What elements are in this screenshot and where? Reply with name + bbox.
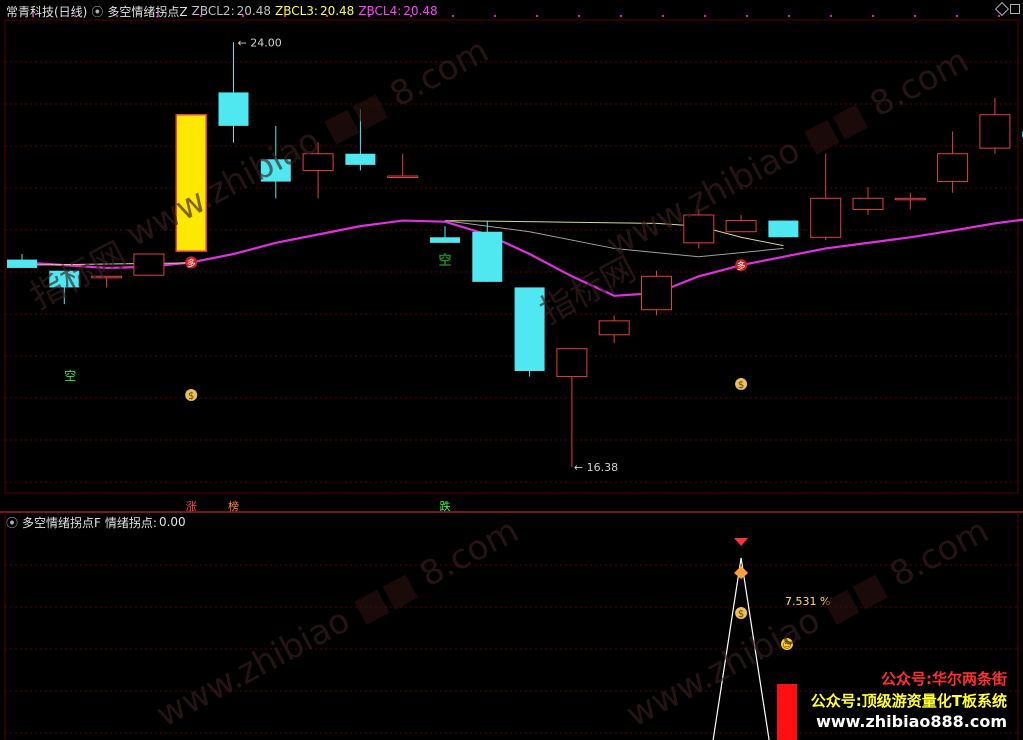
marker-dot (829, 14, 833, 18)
kong-signal-label: 空 (64, 369, 76, 383)
settings-box-icon[interactable] (1010, 4, 1020, 14)
marker-dot (661, 14, 665, 18)
marker-dot (619, 14, 623, 18)
zbcl2-label: ZBCL2: (191, 4, 235, 18)
bottom-series-value: 0.00 (158, 515, 186, 529)
event-label: 跌 (440, 499, 451, 513)
money-bag-symbol: $ (738, 609, 744, 620)
kong-signal-label: 空 (438, 253, 451, 269)
candle-body (345, 153, 376, 165)
low-price-label: ← 16.38 (574, 461, 618, 474)
candle-body (641, 275, 672, 311)
top-panel-header: 常青科技(日线) ⦿ 多空情绪拐点Z ZBCL2: 20.48 ZBCL3: 2… (0, 1, 442, 21)
emotion-bar (777, 684, 797, 740)
marker-dot (535, 14, 539, 18)
zbcl4-label: ZBCL4: (358, 4, 402, 18)
collapse-icon[interactable]: ⦿ (6, 514, 18, 531)
candle-body (979, 114, 1011, 149)
candle-body (937, 153, 969, 183)
money-bag-symbol: $ (188, 391, 194, 402)
money-bag-symbol: $ (738, 380, 744, 391)
collapse-icon[interactable]: ⦿ (91, 3, 103, 20)
event-label: 榜 (228, 499, 239, 513)
promo-line-2: 公众号:顶级游资量化T板系统 (810, 692, 1007, 710)
candle-body (598, 320, 630, 336)
zbcl2-value: 20.48 (236, 4, 271, 18)
marker-dot (997, 14, 1001, 18)
candle-body (725, 220, 757, 233)
marker-dot (745, 14, 749, 18)
candle-body (768, 220, 799, 238)
money-bag-icon (735, 378, 748, 390)
marker-dot (787, 14, 791, 18)
high-price-label: ← 24.00 (238, 36, 282, 49)
money-bag-icon (185, 389, 198, 401)
marker-dot (913, 14, 917, 18)
candle-body (852, 197, 884, 210)
marker-dot (955, 14, 959, 18)
duo-signal-label: 多 (187, 257, 196, 269)
zbcl4-value: 20.48 (403, 4, 438, 18)
chart-title: 常青科技(日线) (6, 4, 88, 19)
duo-signal-icon (735, 259, 748, 272)
watermark-site: www.zhibiao ■■ 8.com (120, 30, 496, 256)
duo-signal-label: 多 (737, 260, 746, 272)
candle-body (894, 197, 926, 201)
watermark-cn: 指标网 (23, 234, 133, 318)
bottom-series-label: 情绪拐点: (104, 515, 157, 530)
watermark-cn: 指标网 (533, 249, 643, 333)
bottom-indicator-name[interactable]: 多空情绪拐点F (22, 514, 101, 531)
zbcl3-value: 20.48 (319, 4, 355, 18)
candle-body (7, 259, 37, 268)
marker-dot (493, 14, 497, 18)
promo-line-1: 公众号:华尔两条街 (881, 670, 1007, 688)
bottom-panel-header: ⦿ 多空情绪拐点F 情绪拐点: 0.00 (0, 512, 190, 532)
candle-body (556, 348, 588, 378)
candle-body (810, 197, 842, 238)
promo-line-3[interactable]: www.zhibiao888.com (816, 712, 1007, 731)
watermark-site: www.zhibiao ■■ 8.com (600, 40, 976, 266)
marker-dot (703, 14, 707, 18)
candle-body (133, 253, 165, 276)
candle-body (430, 237, 460, 243)
candle-body (387, 175, 419, 178)
indicator-name[interactable]: 多空情绪拐点Z (107, 3, 187, 20)
candle-body (472, 231, 503, 282)
watermark-site: www.zhibiao ■■ 8.com (150, 510, 526, 736)
peak-diamond-icon (734, 566, 749, 579)
marker-dot (577, 14, 581, 18)
diamond-icon[interactable] (994, 1, 1010, 17)
candle-body (218, 92, 249, 126)
peak-heart-icon (734, 538, 749, 546)
duo-signal-icon (185, 256, 198, 269)
zbcl3-label: ZBCL3: (274, 4, 318, 18)
marker-dot (451, 14, 455, 18)
marker-dot (871, 14, 875, 18)
money-bag-icon (735, 607, 748, 619)
